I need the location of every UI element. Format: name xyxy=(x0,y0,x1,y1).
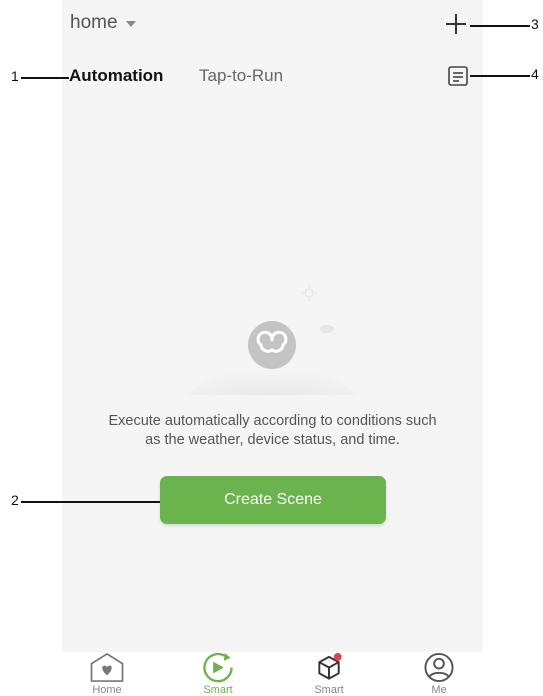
home-selector[interactable]: home xyxy=(70,12,136,34)
cube-icon xyxy=(318,652,342,680)
create-scene-button[interactable]: Create Scene xyxy=(160,476,386,524)
home-label: home xyxy=(70,12,118,33)
nav-smart[interactable]: Smart xyxy=(178,652,258,696)
home-icon xyxy=(90,653,124,682)
annotation-3: 3 xyxy=(531,16,539,32)
caret-down-icon xyxy=(125,21,136,27)
profile-icon xyxy=(424,652,454,683)
annotation-2-line xyxy=(21,501,160,503)
tab-automation[interactable]: Automation xyxy=(69,66,163,86)
nav-me-label: Me xyxy=(431,684,447,696)
add-icon[interactable] xyxy=(444,12,468,36)
automation-empty-illustration xyxy=(187,285,357,395)
log-icon[interactable] xyxy=(447,65,469,87)
bottom-navigation: Home Smart Smart Me xyxy=(62,652,483,696)
smart-icon xyxy=(203,652,233,683)
nav-me[interactable]: Me xyxy=(399,652,479,696)
annotation-3-line xyxy=(470,25,530,27)
empty-state-message: Execute automatically according to condi… xyxy=(62,412,483,450)
annotation-4: 4 xyxy=(531,66,539,82)
tab-tap-to-run[interactable]: Tap-to-Run xyxy=(199,66,283,86)
nav-smart-device-label: Smart xyxy=(314,684,344,696)
annotation-1: 1 xyxy=(11,68,19,84)
nav-smart-label: Smart xyxy=(203,684,233,696)
empty-message-line2: as the weather, device status, and time. xyxy=(145,432,400,448)
nav-smart-device[interactable]: Smart xyxy=(289,652,369,696)
annotation-4-line xyxy=(470,75,530,77)
annotation-2: 2 xyxy=(11,492,19,508)
app-screen: home Automation Tap-to-Run Execute autom… xyxy=(62,0,483,652)
nav-home-label: Home xyxy=(92,684,122,696)
annotation-1-line xyxy=(21,77,69,79)
nav-home[interactable]: Home xyxy=(67,652,147,696)
empty-message-line1: Execute automatically according to condi… xyxy=(108,413,437,429)
